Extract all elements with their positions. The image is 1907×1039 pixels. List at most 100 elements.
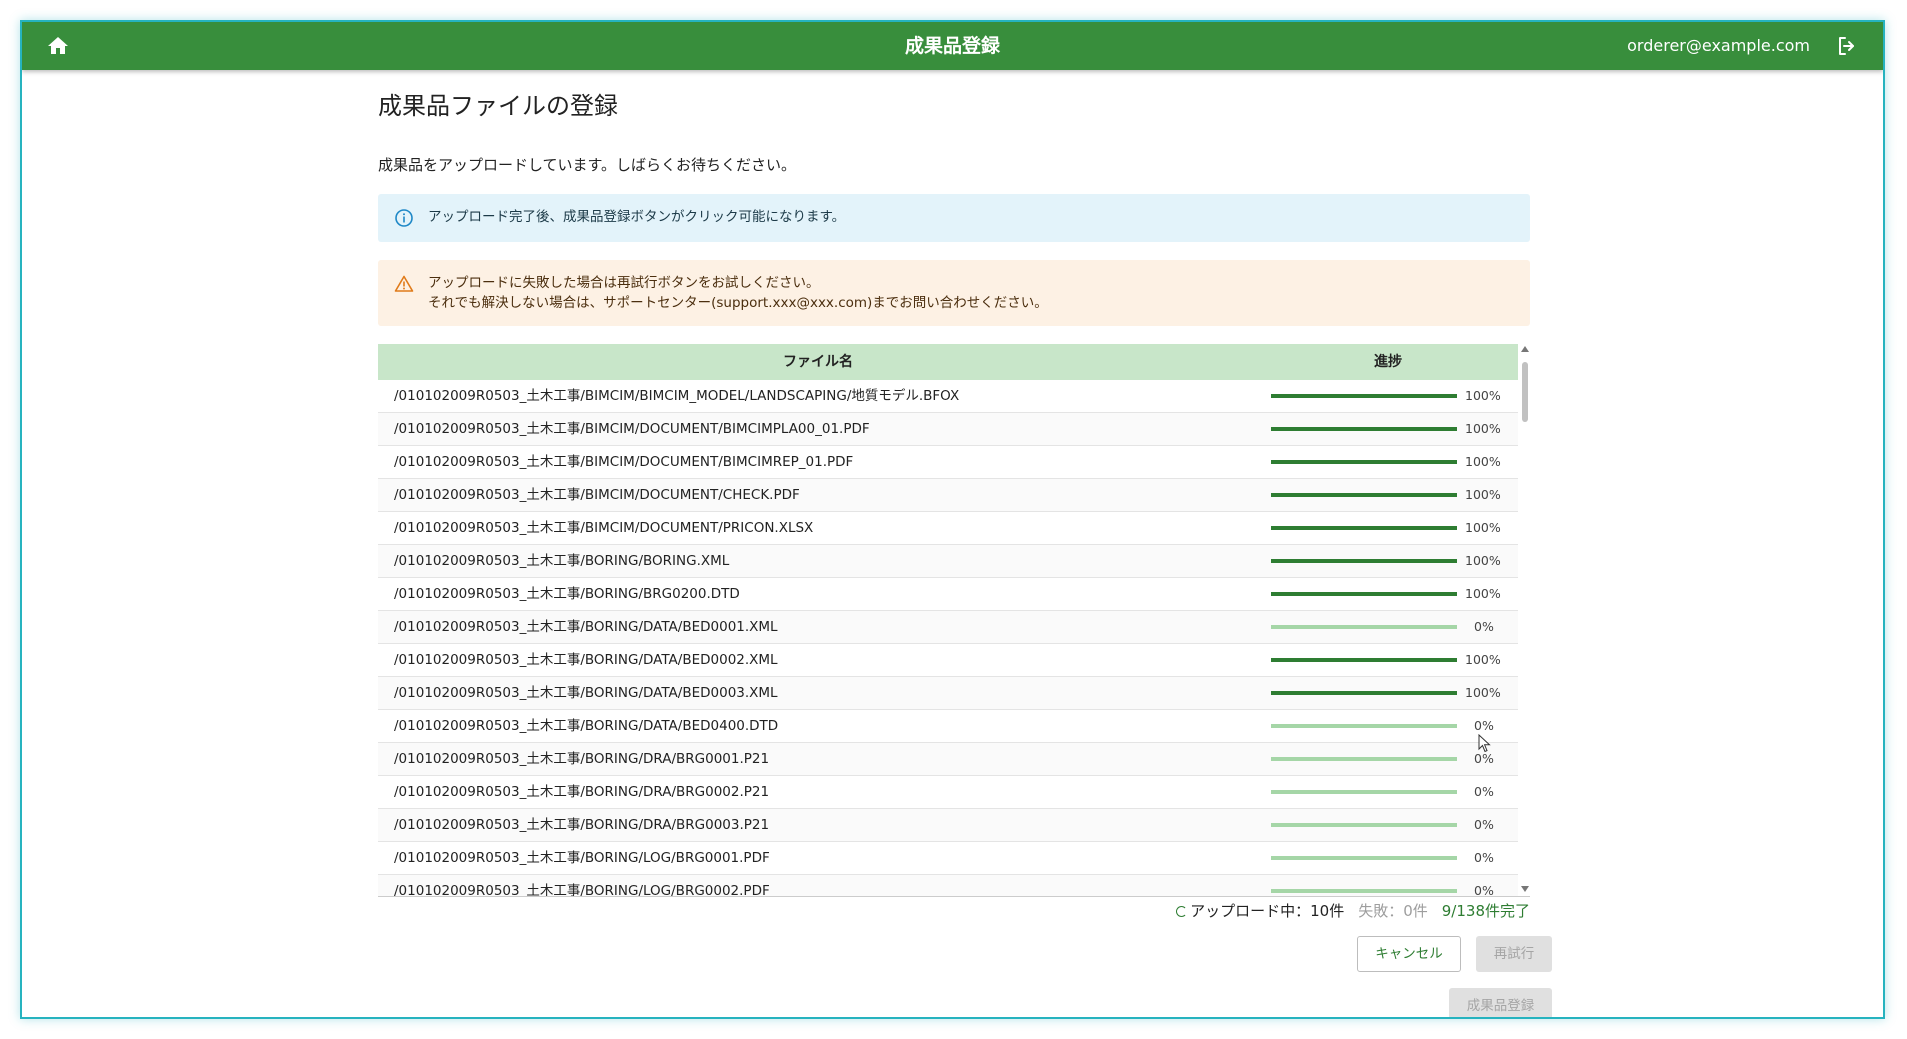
progress-bar [1271,724,1457,728]
table-row: /010102009R0503_土木工事/BORING/BORING.XML 10… [378,545,1518,578]
progress-percent: 0% [1474,883,1494,897]
table-row: /010102009R0503_土木工事/BIMCIM/BIMCIM_MODEL… [378,380,1518,413]
cancel-button[interactable]: キャンセル [1357,936,1461,972]
progress-bar-fill [1271,493,1457,497]
table-row: /010102009R0503_土木工事/BIMCIM/DOCUMENT/BIM… [378,413,1518,446]
progress-bar [1271,625,1457,629]
progress-percent: 100% [1465,520,1501,535]
progress-bar-fill [1271,460,1457,464]
file-name: /010102009R0503_土木工事/BORING/DRA/BRG0003.… [394,817,770,833]
progress-percent: 100% [1465,487,1501,502]
progress-bar [1271,493,1457,497]
page-title: 成果品ファイルの登録 [378,92,618,120]
table-row: /010102009R0503_土木工事/BIMCIM/DOCUMENT/PRI… [378,512,1518,545]
file-name: /010102009R0503_土木工事/BORING/LOG/BRG0002.… [394,883,770,897]
progress-bar-fill [1271,394,1457,398]
scrollbar-thumb[interactable] [1522,362,1528,422]
info-icon [394,208,414,228]
progress-bar [1271,526,1457,530]
table-body: /010102009R0503_土木工事/BIMCIM/BIMCIM_MODEL… [378,380,1518,897]
progress-bar [1271,394,1457,398]
table-row: /010102009R0503_土木工事/BORING/DATA/BED0002… [378,644,1518,677]
column-header-progress: 進捗 [1374,354,1402,370]
table-row: /010102009R0503_土木工事/BORING/DATA/BED0400… [378,710,1518,743]
table-scrollbar[interactable] [1520,344,1530,896]
progress-bar [1271,592,1457,596]
progress-bar [1271,856,1457,860]
progress-bar [1271,427,1457,431]
lead-text: 成果品をアップロードしています。しばらくお待ちください。 [378,156,797,174]
info-alert-text: アップロード完了後、成果品登録ボタンがクリック可能になります。 [428,209,846,225]
warning-alert-text: アップロードに失敗した場合は再試行ボタンをお試しください。 それでも解決しない場… [428,273,1048,313]
progress-percent: 100% [1465,652,1501,667]
progress-bar [1271,460,1457,464]
file-name: /010102009R0503_土木工事/BIMCIM/BIMCIM_MODEL… [394,388,960,404]
scroll-down-arrow-icon[interactable] [1521,886,1529,892]
progress-percent: 0% [1474,850,1494,865]
file-name: /010102009R0503_土木工事/BIMCIM/DOCUMENT/BIM… [394,454,854,470]
progress-bar [1271,658,1457,662]
table-row: /010102009R0503_土木工事/BORING/DRA/BRG0002.… [378,776,1518,809]
column-header-filename: ファイル名 [783,354,853,370]
file-name: /010102009R0503_土木工事/BORING/DRA/BRG0002.… [394,784,770,800]
file-name: /010102009R0503_土木工事/BIMCIM/DOCUMENT/CHE… [394,487,800,503]
progress-bar-fill [1271,592,1457,596]
file-name: /010102009R0503_土木工事/BORING/DATA/BED0002… [394,652,778,668]
progress-bar [1271,823,1457,827]
status-failed: 失敗：0件 [1358,902,1428,920]
mouse-cursor-icon [1478,733,1492,754]
table-header: ファイル名 進捗 [378,344,1518,380]
progress-bar [1271,790,1457,794]
file-name: /010102009R0503_土木工事/BIMCIM/DOCUMENT/PRI… [394,520,814,536]
progress-bar-fill [1271,526,1457,530]
warning-line-2: それでも解決しない場合は、サポートセンター(support.xxx@xxx.co… [428,295,1048,311]
file-name: /010102009R0503_土木工事/BORING/DATA/BED0400… [394,718,779,734]
status-uploading: アップロード中：10件 [1190,902,1345,920]
progress-bar [1271,691,1457,695]
progress-bar [1271,559,1457,563]
progress-percent: 100% [1465,388,1501,403]
logout-icon[interactable] [1835,34,1859,58]
table-row: /010102009R0503_土木工事/BORING/LOG/BRG0002.… [378,875,1518,897]
progress-percent: 100% [1465,586,1501,601]
register-button[interactable]: 成果品登録 [1449,988,1552,1017]
file-name: /010102009R0503_土木工事/BIMCIM/DOCUMENT/BIM… [394,421,870,437]
home-icon[interactable] [46,34,70,58]
file-name: /010102009R0503_土木工事/BORING/LOG/BRG0001.… [394,850,770,866]
progress-percent: 100% [1465,553,1501,568]
progress-percent: 0% [1474,817,1494,832]
retry-button[interactable]: 再試行 [1476,936,1552,972]
progress-bar-fill [1271,427,1457,431]
upload-status: アップロード中：10件 失敗：0件 9/138件完了 [1176,898,1530,924]
table-row: /010102009R0503_土木工事/BORING/DATA/BED0001… [378,611,1518,644]
status-done: 9/138件完了 [1441,902,1530,920]
progress-percent: 100% [1465,421,1501,436]
info-alert: アップロード完了後、成果品登録ボタンがクリック可能になります。 [378,194,1530,242]
file-name: /010102009R0503_土木工事/BORING/BORING.XML [394,553,730,569]
upload-table: ファイル名 進捗 /010102009R0503_土木工事/BIMCIM/BIM… [378,344,1530,897]
scroll-up-arrow-icon[interactable] [1521,346,1529,352]
app-title: 成果品登録 [904,35,1000,57]
app-bar: 成果品登録 orderer@example.com [22,22,1883,70]
table-row: /010102009R0503_土木工事/BIMCIM/DOCUMENT/BIM… [378,446,1518,479]
progress-percent: 100% [1465,454,1501,469]
spinner-icon [1176,906,1188,917]
table-row: /010102009R0503_土木工事/BORING/LOG/BRG0001.… [378,842,1518,875]
table-row: /010102009R0503_土木工事/BORING/DRA/BRG0001.… [378,743,1518,776]
progress-bar [1271,889,1457,893]
table-row: /010102009R0503_土木工事/BORING/DATA/BED0003… [378,677,1518,710]
warning-line-1: アップロードに失敗した場合は再試行ボタンをお試しください。 [428,275,820,291]
user-email: orderer@example.com [1627,36,1810,55]
progress-percent: 0% [1474,784,1494,799]
progress-percent: 0% [1474,619,1494,634]
progress-bar-fill [1271,691,1457,695]
app-window: 成果品登録 orderer@example.com 成果品ファイルの登録 成果品… [20,20,1885,1019]
file-name: /010102009R0503_土木工事/BORING/DATA/BED0001… [394,619,778,635]
table-row: /010102009R0503_土木工事/BIMCIM/DOCUMENT/CHE… [378,479,1518,512]
progress-bar [1271,757,1457,761]
progress-bar-fill [1271,559,1457,563]
file-name: /010102009R0503_土木工事/BORING/BRG0200.DTD [394,586,740,602]
file-name: /010102009R0503_土木工事/BORING/DRA/BRG0001.… [394,751,770,767]
progress-percent: 100% [1465,685,1501,700]
table-row: /010102009R0503_土木工事/BORING/DRA/BRG0003.… [378,809,1518,842]
